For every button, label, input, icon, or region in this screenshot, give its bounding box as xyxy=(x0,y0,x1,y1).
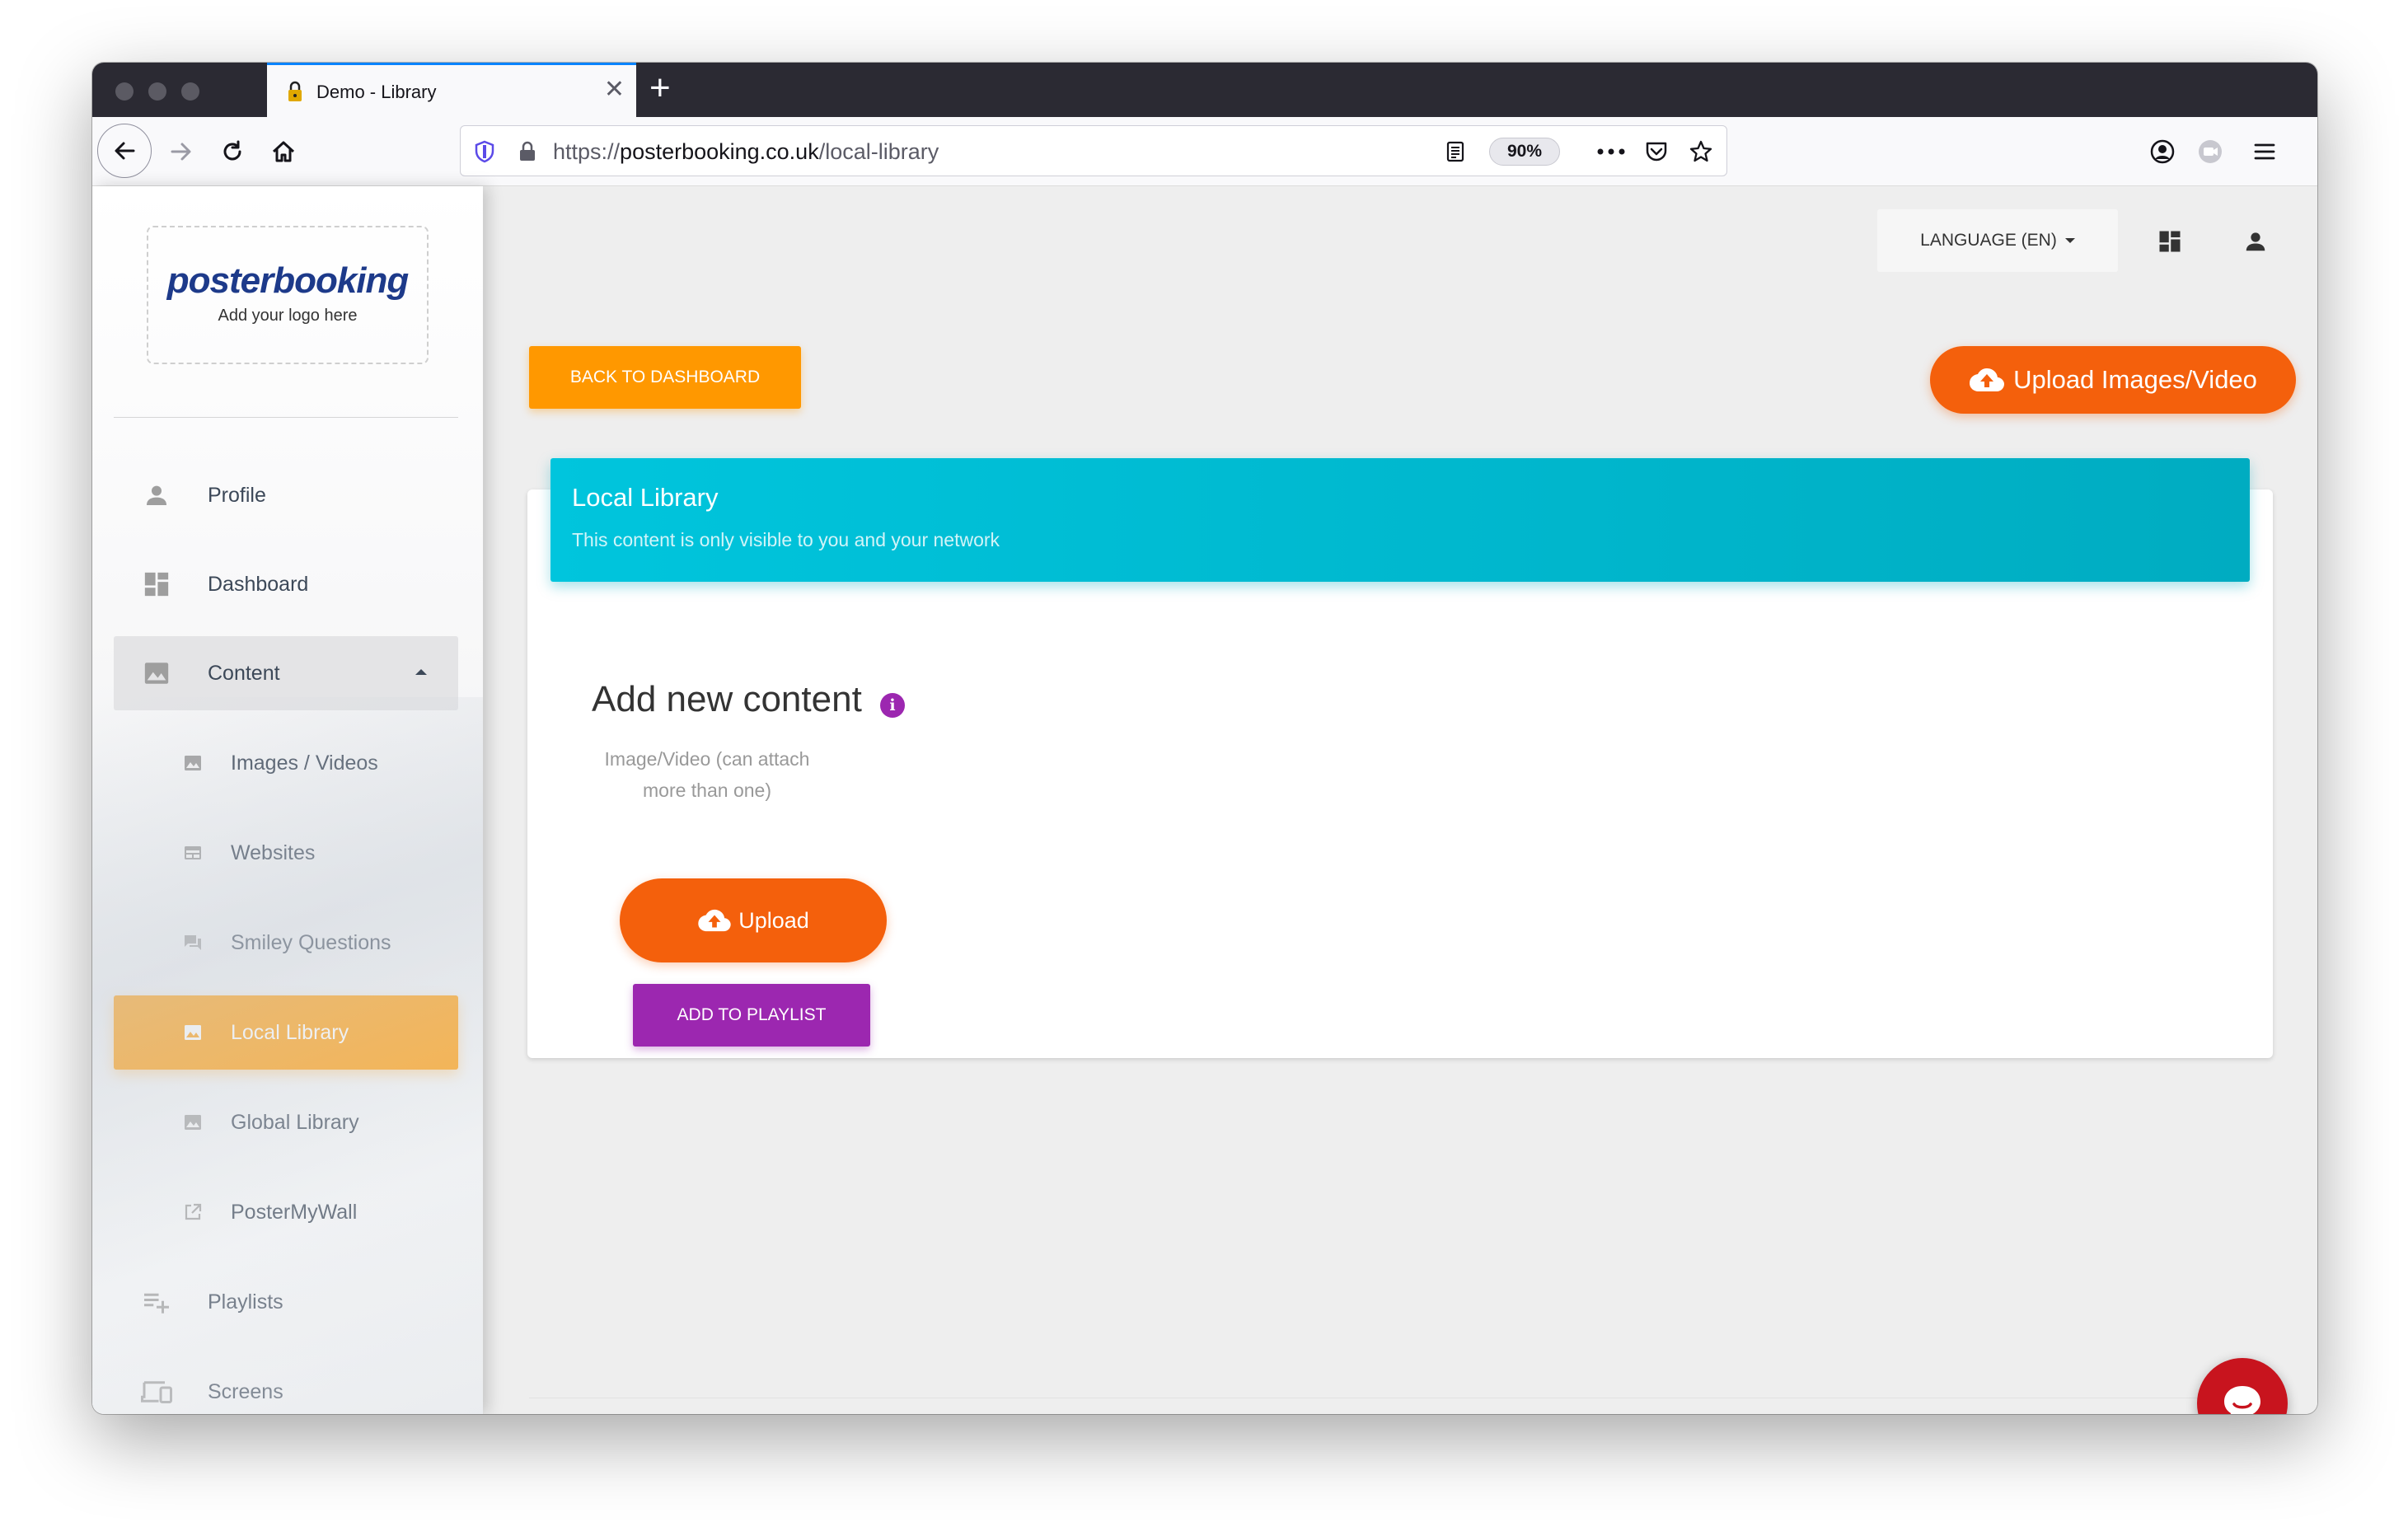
lock-favicon-icon xyxy=(285,80,305,103)
url-domain: posterbooking.co.uk xyxy=(620,139,819,164)
window-minimize-dot[interactable] xyxy=(148,82,166,101)
card-title: Local Library xyxy=(572,483,719,512)
sidebar-item-label: PosterMyWall xyxy=(231,1200,358,1224)
sidebar-item-images-videos[interactable]: Images / Videos xyxy=(114,726,458,800)
sidebar-item-dashboard[interactable]: Dashboard xyxy=(114,547,458,621)
sidebar-item-label: Global Library xyxy=(231,1110,359,1134)
sidebar-item-label: Playlists xyxy=(208,1290,283,1314)
hamburger-menu-icon[interactable] xyxy=(2242,129,2288,175)
url-scheme: https:// xyxy=(553,139,621,164)
page-content: posterbooking Add your logo here Profile… xyxy=(92,186,2317,1414)
logo-subtitle: Add your logo here xyxy=(218,307,358,325)
browser-tab[interactable]: Demo - Library ✕ xyxy=(267,63,636,117)
logo-placeholder[interactable]: posterbooking Add your logo here xyxy=(147,226,429,364)
chat-icon xyxy=(181,926,204,959)
url-path: /local-library xyxy=(818,139,939,164)
new-tab-icon[interactable]: + xyxy=(649,68,671,109)
reload-icon[interactable] xyxy=(209,129,255,175)
nav-bar: https://posterbooking.co.uk/local-librar… xyxy=(92,117,2317,186)
extension-icon[interactable] xyxy=(2187,129,2233,175)
image-icon xyxy=(140,657,173,690)
sidebar-item-smiley-questions[interactable]: Smiley Questions xyxy=(114,906,458,980)
sidebar-item-content[interactable]: Content xyxy=(114,636,458,710)
logo: posterbooking xyxy=(166,260,410,301)
tab-title: Demo - Library xyxy=(316,82,437,102)
tab-close-icon[interactable]: ✕ xyxy=(604,75,625,105)
sidebar-item-label: Websites xyxy=(231,841,316,864)
reader-view-icon[interactable] xyxy=(1441,138,1469,166)
card-header: Local Library This content is only visib… xyxy=(550,458,2250,582)
upload-label: Upload xyxy=(738,907,809,933)
shield-icon[interactable] xyxy=(471,138,499,166)
web-icon xyxy=(181,836,204,869)
browser-window: Demo - Library ✕ + https://posterbooking… xyxy=(92,63,2317,1414)
url-text[interactable]: https://posterbooking.co.uk/local-librar… xyxy=(553,139,939,165)
language-dropdown[interactable]: LANGUAGE (EN) xyxy=(1877,209,2118,272)
cloud-upload-icon xyxy=(1970,368,2005,391)
sidebar: posterbooking Add your logo here Profile… xyxy=(92,186,483,1414)
sidebar-item-local-library[interactable]: Local Library xyxy=(114,995,458,1070)
home-icon[interactable] xyxy=(260,129,307,175)
devices-icon xyxy=(140,1375,173,1408)
address-bar[interactable]: https://posterbooking.co.uk/local-librar… xyxy=(460,125,1727,176)
upload-images-video-button[interactable]: Upload Images/Video xyxy=(1930,346,2296,414)
sidebar-item-screens[interactable]: Screens xyxy=(114,1355,458,1414)
upload-hint: Image/Video (can attach more than one) xyxy=(604,748,810,801)
sidebar-item-label: Content xyxy=(208,661,280,685)
more-actions-icon[interactable] xyxy=(1593,138,1629,166)
upload-images-video-label: Upload Images/Video xyxy=(2013,365,2257,394)
sidebar-item-label: Screens xyxy=(208,1379,283,1403)
sidebar-item-postermywall[interactable]: PosterMyWall xyxy=(114,1175,458,1249)
pocket-icon[interactable] xyxy=(1642,138,1670,166)
back-arrow-icon[interactable] xyxy=(97,124,152,178)
sidebar-item-profile[interactable]: Profile xyxy=(114,458,458,532)
sidebar-item-label: Smiley Questions xyxy=(231,930,391,954)
person-icon[interactable] xyxy=(2235,221,2276,262)
card-subtitle: This content is only visible to you and … xyxy=(572,529,1000,550)
forward-arrow-icon[interactable] xyxy=(158,129,204,175)
add-new-content-heading: Add new content xyxy=(592,679,862,719)
sidebar-item-websites[interactable]: Websites xyxy=(114,816,458,890)
account-circle-icon[interactable] xyxy=(2139,129,2185,175)
caret-up-icon xyxy=(415,669,427,675)
chat-bubble-icon xyxy=(2224,1386,2260,1414)
cloud-upload-icon xyxy=(698,909,731,932)
dashboard-icon xyxy=(140,568,173,601)
tab-bar: Demo - Library ✕ + xyxy=(92,63,2317,117)
window-zoom-dot[interactable] xyxy=(181,82,199,101)
person-icon xyxy=(140,479,173,512)
image-icon xyxy=(181,747,204,780)
sidebar-item-label: Local Library xyxy=(231,1020,349,1044)
info-icon[interactable]: i xyxy=(880,693,905,718)
bookmark-star-icon[interactable] xyxy=(1687,138,1715,166)
chat-launcher-button[interactable] xyxy=(2197,1358,2288,1414)
sidebar-item-label: Dashboard xyxy=(208,572,309,596)
image-icon xyxy=(181,1106,204,1139)
padlock-icon[interactable] xyxy=(513,138,541,166)
sidebar-item-label: Images / Videos xyxy=(231,751,378,775)
add-to-playlist-button[interactable]: ADD TO PLAYLIST xyxy=(633,984,870,1047)
zoom-level-badge[interactable]: 90% xyxy=(1489,138,1560,166)
sidebar-item-global-library[interactable]: Global Library xyxy=(114,1085,458,1159)
image-icon xyxy=(181,1016,204,1049)
upload-button[interactable]: Upload xyxy=(620,878,887,962)
caret-down-icon xyxy=(2064,238,2075,244)
sidebar-item-label: Profile xyxy=(208,483,266,507)
back-to-dashboard-button[interactable]: BACK TO DASHBOARD xyxy=(529,346,801,409)
sidebar-divider xyxy=(114,417,458,418)
external-link-icon xyxy=(181,1196,204,1229)
dashboard-icon[interactable] xyxy=(2149,221,2190,262)
sidebar-item-playlists[interactable]: Playlists xyxy=(114,1265,458,1339)
playlist-add-icon xyxy=(140,1285,173,1318)
language-label: LANGUAGE (EN) xyxy=(1920,231,2057,250)
window-close-dot[interactable] xyxy=(115,82,134,101)
